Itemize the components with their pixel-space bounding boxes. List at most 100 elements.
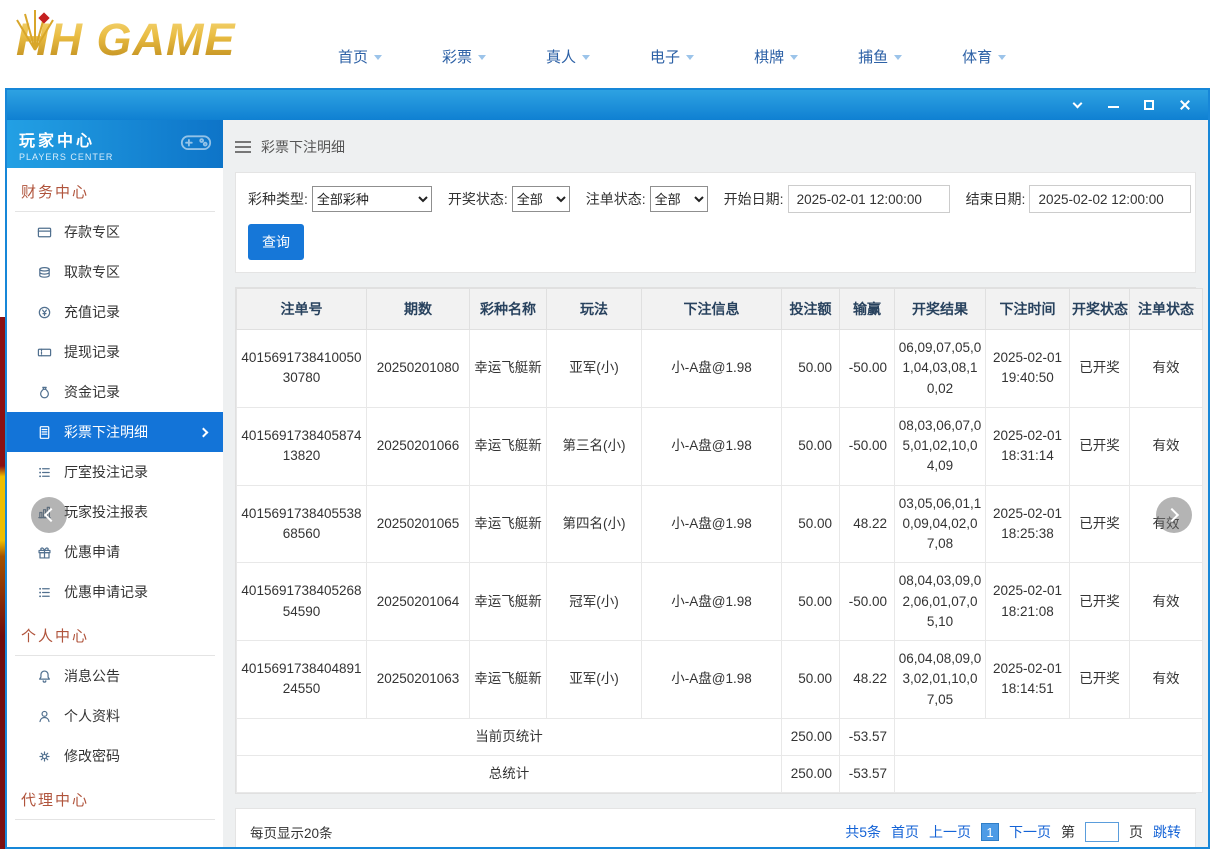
col-result: 开奖结果	[895, 289, 986, 330]
sidebar-item-messages[interactable]: 消息公告	[7, 656, 223, 696]
chevron-right-icon	[199, 427, 209, 437]
jump-prefix-text: 第	[1061, 822, 1075, 842]
prev-page-link[interactable]: 上一页	[929, 822, 971, 842]
sidebar-item-withdrawal[interactable]: 取款专区	[7, 252, 223, 292]
document-icon	[37, 425, 52, 440]
cell-bet-info: 小-A盘@1.98	[642, 485, 782, 563]
draw-status-select[interactable]: 全部	[512, 186, 570, 212]
nav-item-sports[interactable]: 体育	[962, 46, 1006, 67]
sidebar-item-deposit[interactable]: 存款专区	[7, 212, 223, 252]
sidebar-item-promo-apply[interactable]: 优惠申请	[7, 532, 223, 572]
page-summary-label: 当前页统计	[237, 718, 782, 755]
page-summary-winloss: -53.57	[840, 718, 895, 755]
cell-play: 亚军(小)	[547, 330, 642, 408]
maximize-icon	[1144, 100, 1154, 110]
nav-label: 真人	[546, 46, 576, 67]
sidebar-item-fund-records[interactable]: 资金记录	[7, 372, 223, 412]
next-page-link[interactable]: 下一页	[1009, 822, 1051, 842]
chevron-right-icon	[1165, 508, 1179, 522]
sidebar-item-promo-apply-records[interactable]: 优惠申请记录	[7, 572, 223, 612]
nav-item-fishing[interactable]: 捕鱼	[858, 46, 902, 67]
nav-label: 电子	[650, 46, 680, 67]
nav-label: 彩票	[442, 46, 472, 67]
col-bet-status: 注单状态	[1130, 289, 1203, 330]
page-title: 彩票下注明细	[261, 137, 345, 157]
cell-bet-id: 401569173840587413820	[237, 407, 367, 485]
nav-label: 捕鱼	[858, 46, 888, 67]
maximize-button[interactable]	[1142, 98, 1156, 112]
col-lottery-name: 彩种名称	[470, 289, 547, 330]
cell-draw-status: 已开奖	[1070, 330, 1130, 408]
sidebar-item-change-password[interactable]: 修改密码	[7, 736, 223, 776]
close-icon	[1179, 99, 1191, 111]
lottery-type-select[interactable]: 全部彩种	[312, 186, 432, 212]
table-row: 401569173840526854590 20250201064 幸运飞艇新 …	[237, 563, 1203, 641]
sidebar-item-hall-bet-records[interactable]: 厅室投注记录	[7, 452, 223, 492]
sidebar-item-label: 个人资料	[64, 706, 120, 726]
cell-result: 08,04,03,09,02,06,01,07,05,10	[895, 563, 986, 641]
coins-icon	[37, 265, 52, 280]
chevron-down-icon	[374, 55, 382, 60]
gamepad-icon	[179, 130, 213, 154]
nav-item-live[interactable]: 真人	[546, 46, 590, 67]
col-bet-time: 下注时间	[986, 289, 1070, 330]
nav-item-lottery[interactable]: 彩票	[442, 46, 486, 67]
next-arrow-button[interactable]	[1156, 497, 1192, 533]
cell-period: 20250201066	[367, 407, 470, 485]
nav-label: 首页	[338, 46, 368, 67]
col-period: 期数	[367, 289, 470, 330]
collapse-button[interactable]	[1070, 98, 1084, 112]
page-summary-row: 当前页统计 250.00 -53.57	[237, 718, 1203, 755]
total-summary-row: 总统计 250.00 -53.57	[237, 756, 1203, 793]
sidebar-item-label: 优惠申请记录	[64, 582, 148, 602]
total-summary-label: 总统计	[237, 756, 782, 793]
pager: 共5条 首页 上一页 1 下一页 第 页 跳转	[845, 822, 1181, 842]
list-icon	[37, 585, 52, 600]
cell-bet-time: 2025-02-01 19:40:50	[986, 330, 1070, 408]
sidebar-item-label: 修改密码	[64, 746, 120, 766]
page-size-text: 每页显示20条	[250, 822, 333, 842]
total-summary-amount: 250.00	[782, 756, 840, 793]
window-titlebar	[7, 90, 1208, 120]
nav-item-board-games[interactable]: 棋牌	[754, 46, 798, 67]
jump-button[interactable]: 跳转	[1153, 822, 1181, 842]
page-summary-amount: 250.00	[782, 718, 840, 755]
sidebar-item-label: 彩票下注明细	[64, 422, 148, 442]
sidebar-item-label: 存款专区	[64, 222, 120, 242]
cell-bet-time: 2025-02-01 18:21:08	[986, 563, 1070, 641]
sidebar-item-lottery-bet-details[interactable]: 彩票下注明细	[7, 412, 223, 452]
cell-amount: 50.00	[782, 330, 840, 408]
start-date-label: 开始日期:	[724, 189, 784, 209]
start-date-input[interactable]	[788, 185, 950, 213]
bet-status-select[interactable]: 全部	[650, 186, 708, 212]
bell-icon	[37, 669, 52, 684]
col-play: 玩法	[547, 289, 642, 330]
brand-logo[interactable]: HH GAME	[16, 8, 236, 71]
sidebar-item-label: 资金记录	[64, 382, 120, 402]
menu-hamburger-icon[interactable]	[235, 141, 251, 153]
jump-suffix-text: 页	[1129, 822, 1143, 842]
section-title-agent-center: 代理中心	[15, 776, 215, 820]
close-button[interactable]	[1178, 98, 1192, 112]
cell-winloss: -50.00	[840, 563, 895, 641]
recharge-icon	[37, 305, 52, 320]
sidebar-item-withdrawal-records[interactable]: 提现记录	[7, 332, 223, 372]
search-button[interactable]: 查询	[248, 224, 304, 260]
cell-period: 20250201063	[367, 641, 470, 719]
minimize-button[interactable]	[1106, 98, 1120, 112]
page-jump-input[interactable]	[1085, 822, 1119, 842]
prev-arrow-button[interactable]	[31, 497, 67, 533]
sidebar-item-profile[interactable]: 个人资料	[7, 696, 223, 736]
first-page-link[interactable]: 首页	[891, 822, 919, 842]
nav-item-electronic[interactable]: 电子	[650, 46, 694, 67]
sidebar-item-recharge-records[interactable]: 充值记录	[7, 292, 223, 332]
top-header: HH GAME 首页 彩票 真人 电子 棋牌 捕鱼 体育	[0, 0, 1215, 88]
sidebar-item-label: 厅室投注记录	[64, 462, 148, 482]
sidebar-item-label: 消息公告	[64, 666, 120, 686]
nav-item-home[interactable]: 首页	[338, 46, 382, 67]
current-page[interactable]: 1	[981, 823, 999, 841]
end-date-input[interactable]	[1029, 185, 1191, 213]
section-title-finance-center: 财务中心	[15, 168, 215, 212]
main-content: 彩票下注明细 彩种类型: 全部彩种 开奖状态: 全部 注单状态: 全部	[223, 120, 1208, 847]
cell-play: 亚军(小)	[547, 641, 642, 719]
